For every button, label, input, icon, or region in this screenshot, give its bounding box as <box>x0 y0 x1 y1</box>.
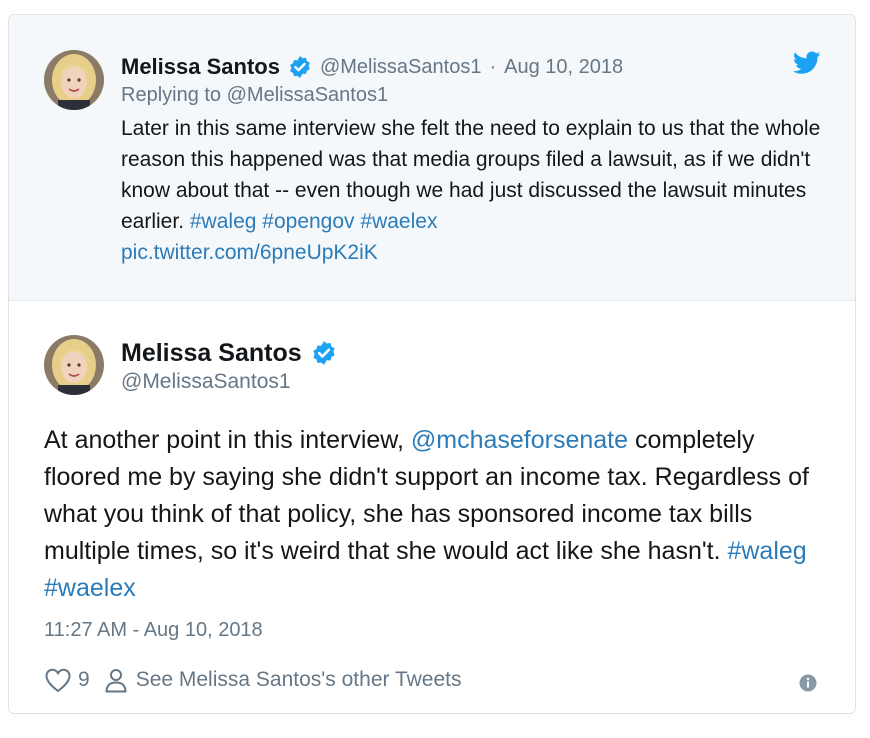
main-author-row: Melissa Santos <box>121 335 337 371</box>
parent-header: Melissa Santos @MelissaSantos1 · Aug 10,… <box>121 52 623 82</box>
parent-author-name[interactable]: Melissa Santos <box>121 54 280 80</box>
person-icon[interactable] <box>104 667 128 693</box>
main-author-handle[interactable]: @MelissaSantos1 <box>121 370 291 394</box>
pic-link[interactable]: pic.twitter.com/6pneUpK2iK <box>121 241 378 264</box>
parent-author-handle[interactable]: @MelissaSantos1 <box>320 56 481 79</box>
main-author-name[interactable]: Melissa Santos <box>121 339 302 368</box>
twitter-bird-icon[interactable] <box>793 51 821 75</box>
hashtag-link[interactable]: #waelex <box>44 574 136 602</box>
reply-context: Replying to @MelissaSantos1 <box>121 84 389 106</box>
hashtag-link[interactable]: #waleg <box>727 537 806 565</box>
like-count[interactable]: 9 <box>78 668 90 692</box>
main-text-intro: At another point in this interview, <box>44 426 411 454</box>
hashtag-link[interactable]: #waleg <box>190 210 257 233</box>
tweet-timestamp[interactable]: 11:27 AM - Aug 10, 2018 <box>44 619 263 642</box>
verified-badge-icon <box>312 341 335 365</box>
heart-icon[interactable] <box>44 667 72 693</box>
see-other-tweets-link[interactable]: See Melissa Santos's other Tweets <box>136 668 462 692</box>
parent-tweet[interactable]: Melissa Santos @MelissaSantos1 · Aug 10,… <box>9 15 855 301</box>
hashtag-link[interactable]: #opengov <box>262 210 354 233</box>
tweet-actions: 9 See Melissa Santos's other Tweets <box>44 665 461 695</box>
parent-tweet-text: Later in this same interview she felt th… <box>121 113 826 268</box>
parent-avatar[interactable] <box>44 50 104 110</box>
separator-dot: · <box>489 55 497 78</box>
main-tweet-text: At another point in this interview, @mch… <box>44 422 834 607</box>
parent-date[interactable]: Aug 10, 2018 <box>504 56 623 79</box>
verified-badge-icon <box>290 56 310 78</box>
mention-link[interactable]: @mchaseforsenate <box>411 426 628 454</box>
info-icon[interactable] <box>799 674 817 692</box>
main-avatar[interactable] <box>44 335 104 395</box>
tweet-embed-card: Melissa Santos @MelissaSantos1 · Aug 10,… <box>8 14 856 714</box>
hashtag-link[interactable]: #waelex <box>360 210 437 233</box>
